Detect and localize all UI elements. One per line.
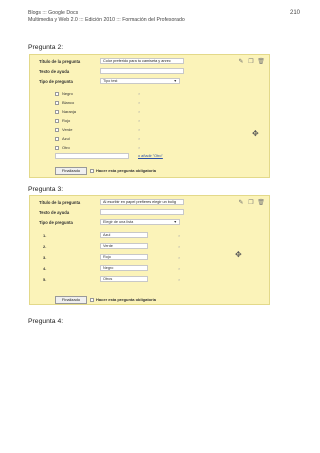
option-item[interactable]: Otro: [55, 145, 70, 150]
add-other-link[interactable]: o añadir "Otro": [138, 154, 163, 158]
type-select[interactable]: Tipo test ▼: [100, 78, 180, 84]
help-label: Texto de ayuda: [39, 69, 70, 74]
option-number: 3.: [43, 255, 47, 260]
option-number: 5.: [43, 277, 47, 282]
question3-panel: ✎ ❐ 🗑 Título de la pregunta Al escribir …: [29, 195, 270, 305]
option-input[interactable]: Negro: [100, 265, 148, 271]
question2-panel: ✎ ❐ 🗑 Título de la pregunta Color prefer…: [29, 54, 270, 178]
type-label: Tipo de pregunta: [39, 79, 73, 84]
x-icon[interactable]: ×: [138, 100, 140, 105]
x-icon[interactable]: ×: [178, 277, 180, 282]
move-icon[interactable]: ✥: [235, 250, 242, 259]
question2-heading: Pregunta 2:: [28, 44, 64, 51]
option-number: 2.: [43, 244, 47, 249]
required-checkbox[interactable]: Hacer esta pregunta obligatoria: [90, 297, 156, 302]
option-item[interactable]: Azul: [55, 136, 70, 141]
option-number: 4.: [43, 266, 47, 271]
checkbox-icon: [55, 91, 59, 96]
checkbox-icon: [55, 127, 59, 132]
option-item[interactable]: Blanco: [55, 100, 74, 105]
option-item[interactable]: Naranja: [55, 109, 76, 114]
checkbox-icon: [55, 100, 59, 105]
trash-icon[interactable]: 🗑: [257, 59, 265, 66]
chevron-down-icon: ▼: [173, 79, 177, 83]
x-icon[interactable]: ×: [138, 127, 140, 132]
option-input[interactable]: Rojo: [100, 254, 148, 260]
option-item[interactable]: Negro: [55, 91, 73, 96]
x-icon[interactable]: ×: [138, 136, 140, 141]
x-icon[interactable]: ×: [178, 244, 180, 249]
page-number: 210: [289, 10, 300, 16]
question3-tools: ✎ ❐ 🗑: [237, 200, 265, 207]
option-input[interactable]: Azul: [100, 232, 148, 238]
chevron-down-icon: ▼: [173, 220, 177, 224]
x-icon[interactable]: ×: [138, 118, 140, 123]
checkbox-icon: [55, 109, 59, 114]
help-input[interactable]: [100, 209, 184, 215]
option-input[interactable]: Otros: [100, 276, 148, 282]
done-button[interactable]: Finalizado: [55, 296, 87, 304]
x-icon[interactable]: ×: [138, 109, 140, 114]
header-line2: Multimedia y Web 2.0 ::: Edición 2010 ::…: [28, 17, 185, 23]
type-select-value: Elegir de una lista: [103, 220, 134, 224]
option-item[interactable]: Verde: [55, 127, 72, 132]
question2-tools: ✎ ❐ 🗑: [237, 59, 265, 66]
title-label: Título de la pregunta: [39, 59, 81, 64]
x-icon[interactable]: ×: [178, 266, 180, 271]
help-input[interactable]: [100, 68, 184, 74]
title-input[interactable]: Al escribir en papel prefieres elegir un…: [100, 199, 184, 205]
type-select[interactable]: Elegir de una lista ▼: [100, 219, 180, 225]
x-icon[interactable]: ×: [178, 255, 180, 260]
checkbox-icon: [90, 297, 94, 302]
type-label: Tipo de pregunta: [39, 220, 73, 225]
header-line1: Blogs ::: Google Docs: [28, 10, 79, 16]
checkbox-icon: [55, 145, 59, 150]
question3-heading: Pregunta 3:: [28, 186, 64, 193]
done-button[interactable]: Finalizado: [55, 167, 87, 175]
required-checkbox[interactable]: Hacer esta pregunta obligatoria: [90, 168, 156, 173]
new-option-input[interactable]: [55, 153, 129, 159]
checkbox-icon: [90, 168, 94, 173]
type-select-value: Tipo test: [103, 79, 118, 83]
help-label: Texto de ayuda: [39, 210, 70, 215]
trash-icon[interactable]: 🗑: [257, 200, 265, 207]
pencil-icon[interactable]: ✎: [237, 59, 245, 66]
option-number: 1.: [43, 233, 47, 238]
pencil-icon[interactable]: ✎: [237, 200, 245, 207]
move-icon[interactable]: ✥: [252, 129, 259, 138]
copy-icon[interactable]: ❐: [247, 59, 255, 66]
option-item[interactable]: Rojo: [55, 118, 70, 123]
x-icon[interactable]: ×: [138, 91, 140, 96]
title-label: Título de la pregunta: [39, 200, 81, 205]
x-icon[interactable]: ×: [178, 233, 180, 238]
question4-heading: Pregunta 4:: [28, 318, 64, 325]
option-input[interactable]: Verde: [100, 243, 148, 249]
checkbox-icon: [55, 136, 59, 141]
checkbox-icon: [55, 118, 59, 123]
title-input[interactable]: Color preferido para tu camiseta y anrec: [100, 58, 184, 64]
document-header: Blogs ::: Google Docs Multimedia y Web 2…: [28, 10, 300, 24]
copy-icon[interactable]: ❐: [247, 200, 255, 207]
x-icon[interactable]: ×: [138, 145, 140, 150]
